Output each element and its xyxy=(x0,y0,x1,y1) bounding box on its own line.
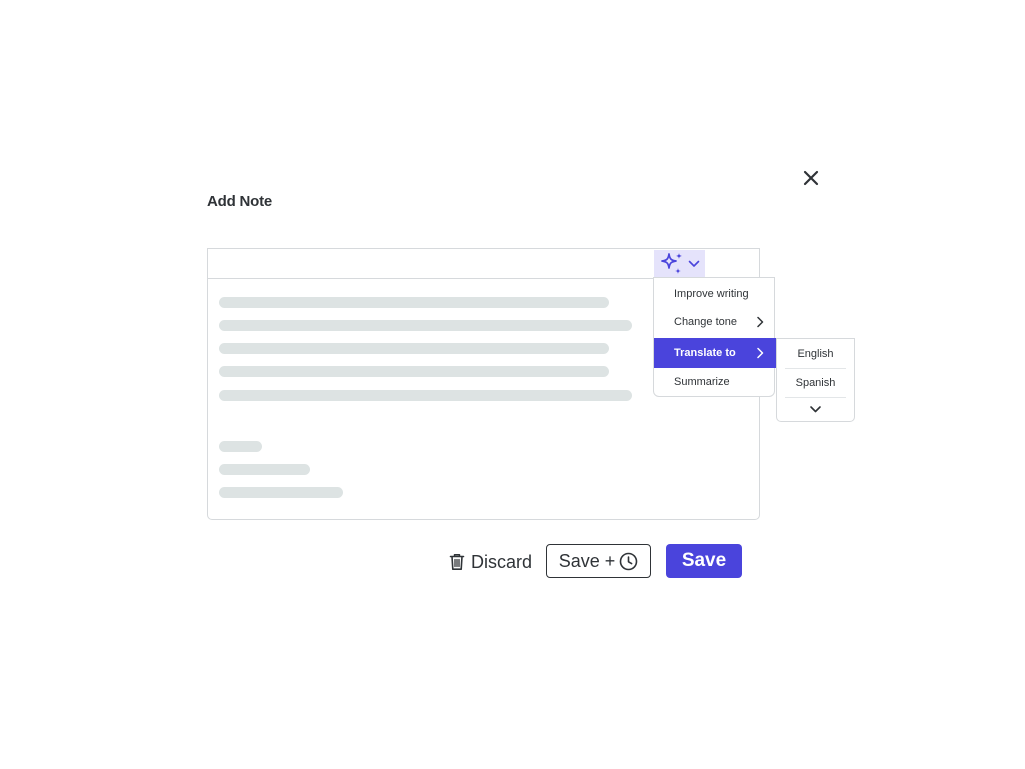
close-button[interactable] xyxy=(799,166,823,190)
skeleton-line xyxy=(219,366,609,377)
language-option-english[interactable]: English xyxy=(785,340,846,369)
menu-item-improve-writing[interactable]: Improve writing xyxy=(654,279,776,309)
dialog-title: Add Note xyxy=(207,193,273,210)
trash-icon xyxy=(449,554,465,570)
save-and-schedule-button[interactable]: Save + xyxy=(546,544,651,578)
translate-language-menu: English Spanish xyxy=(776,338,855,422)
save-later-label: Save + xyxy=(558,550,616,571)
menu-item-label: Translate to xyxy=(674,347,736,359)
menu-item-summarize[interactable]: Summarize xyxy=(654,367,776,397)
ai-assist-button[interactable] xyxy=(654,250,705,278)
chevron-right-icon xyxy=(757,316,764,328)
language-label: Spanish xyxy=(795,377,836,389)
sparkles-icon xyxy=(661,253,682,274)
add-note-dialog: Add Note Improve writing Change tone Tra… xyxy=(0,0,1025,769)
skeleton-line xyxy=(219,464,310,475)
menu-item-translate-to[interactable]: Translate to xyxy=(654,338,776,368)
chevron-down-icon xyxy=(688,260,700,267)
more-languages-button[interactable] xyxy=(785,398,846,420)
clock-icon xyxy=(619,552,638,570)
skeleton-line xyxy=(219,487,343,498)
chevron-down-icon xyxy=(810,406,821,413)
close-icon xyxy=(803,170,819,186)
skeleton-line xyxy=(219,297,609,308)
menu-item-label: Summarize xyxy=(674,376,730,388)
menu-item-label: Change tone xyxy=(674,316,737,328)
language-option-spanish[interactable]: Spanish xyxy=(785,369,846,398)
chevron-right-icon xyxy=(757,347,764,359)
menu-item-label: Improve writing xyxy=(674,288,749,300)
editor-toolbar xyxy=(208,249,759,279)
ai-actions-menu: Improve writing Change tone Translate to… xyxy=(653,277,776,397)
discard-button[interactable]: Discard xyxy=(449,547,532,577)
language-label: English xyxy=(797,348,834,360)
skeleton-line xyxy=(219,320,632,331)
skeleton-line xyxy=(219,343,609,354)
menu-item-change-tone[interactable]: Change tone xyxy=(654,307,776,337)
save-button[interactable]: Save xyxy=(666,544,742,578)
skeleton-line xyxy=(219,390,632,401)
save-label: Save xyxy=(681,550,727,571)
skeleton-line xyxy=(219,441,262,452)
discard-label: Discard xyxy=(471,551,533,572)
